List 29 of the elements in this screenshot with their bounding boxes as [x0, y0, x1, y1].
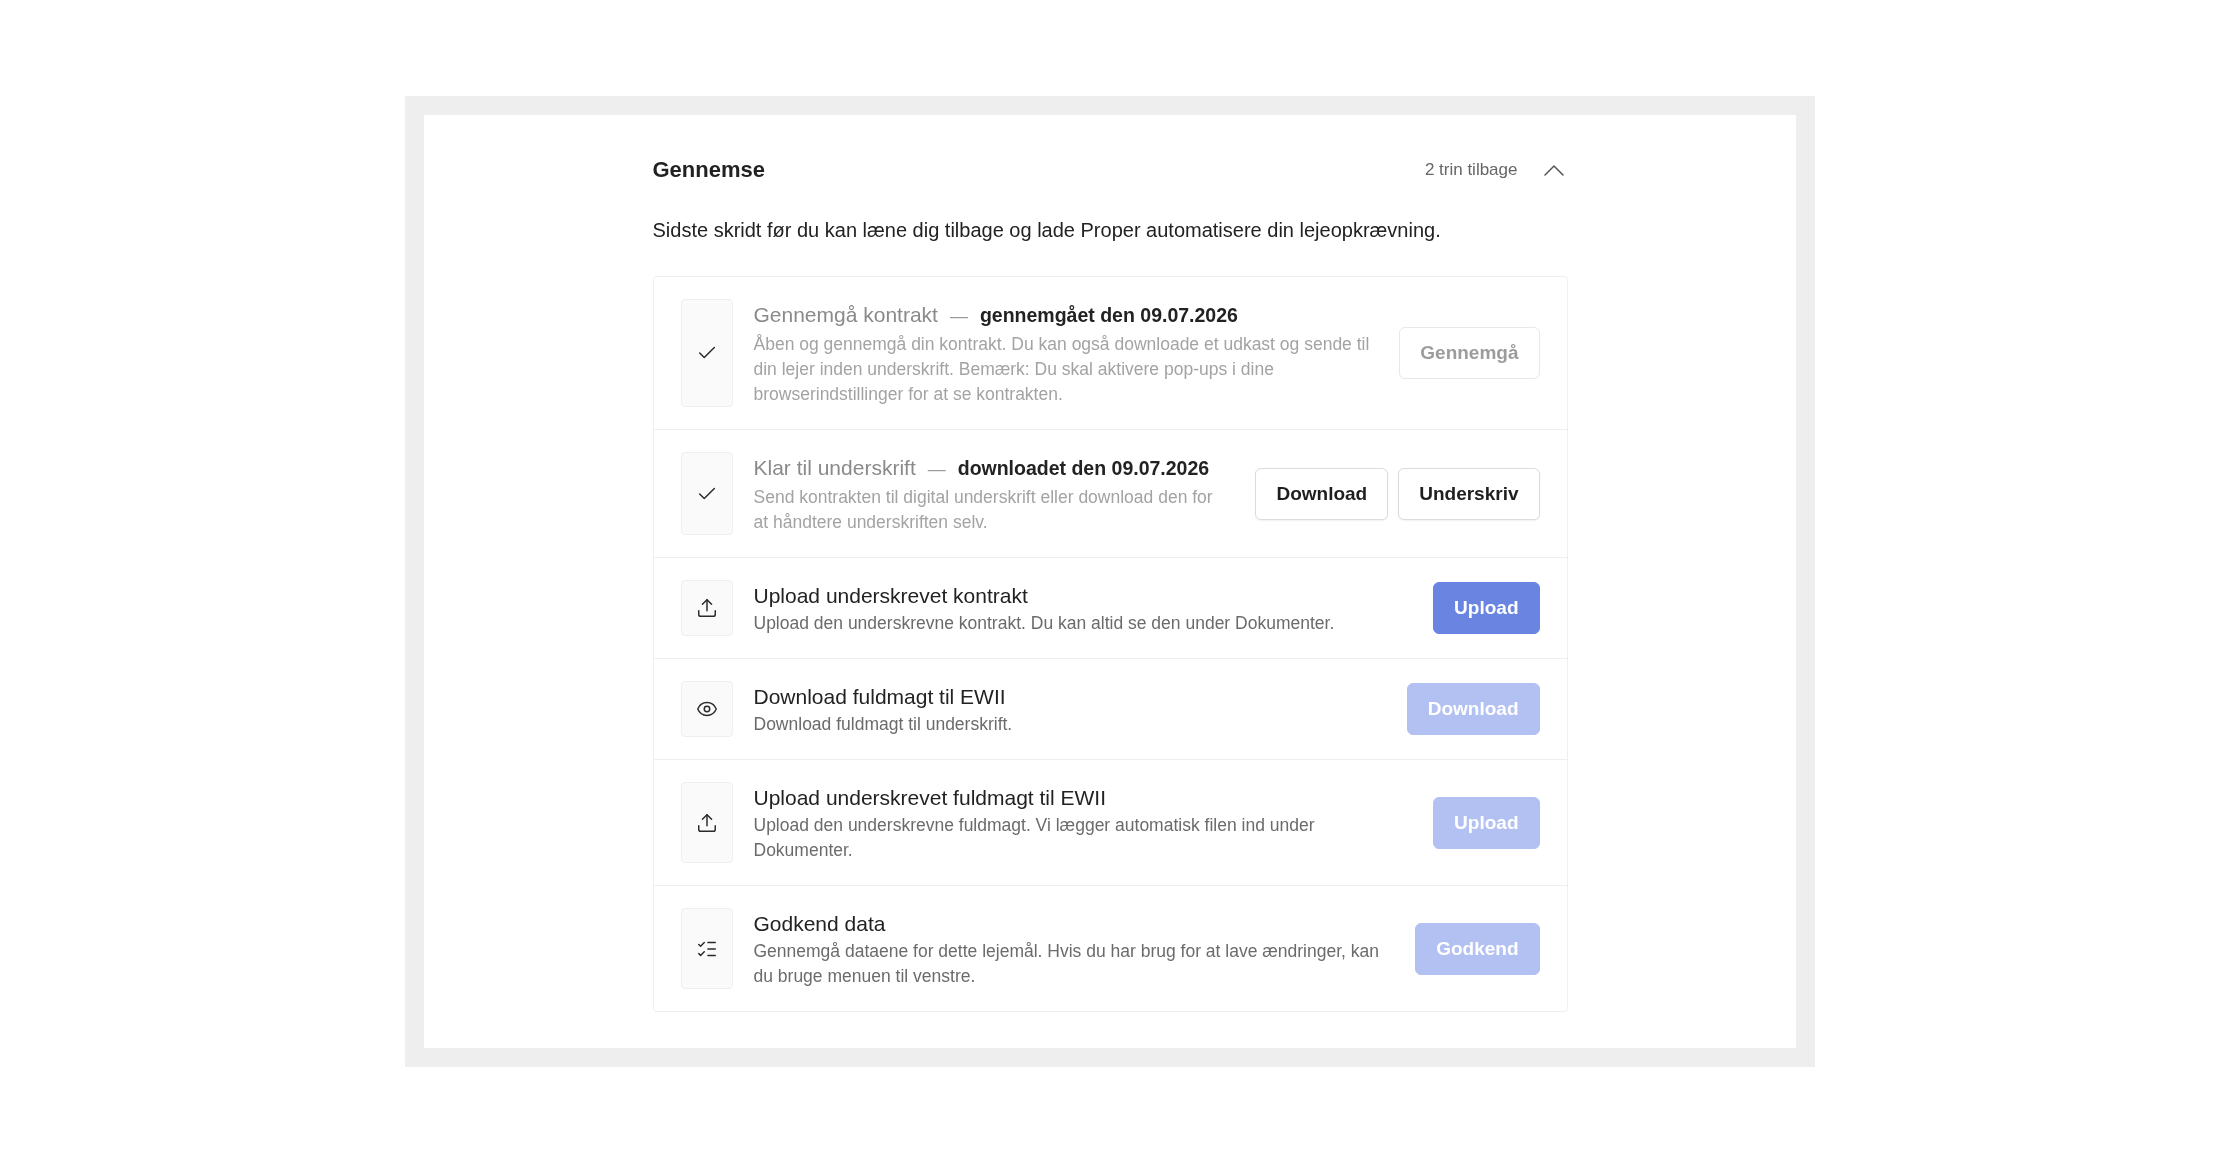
chevron-icon[interactable] [1543, 164, 1564, 176]
separator-dash: — [949, 305, 968, 328]
step-description: Gennemgå dataene for dette lejemål. Hvis du har brug for at lave ændringer, kan du bruge menuen til venstre. [753, 940, 1380, 988]
separator-dash: — [927, 458, 946, 481]
check-icon [680, 299, 733, 407]
step-title: Download fuldmagt til EWII [753, 684, 1006, 710]
action-button[interactable]: Download [1255, 467, 1389, 520]
step-status: gennemgået den 09.07.2026 [979, 303, 1238, 328]
steps-back-label: 2 trin tilbage [1424, 159, 1518, 182]
upload-icon [680, 782, 733, 863]
step-title: Gennemgå kontrakt [753, 302, 938, 328]
step-description: Download fuldmagt til underskrift. [753, 713, 1014, 736]
step-title: Upload underskrevet fuldmagt til EWII [753, 785, 1106, 811]
step-title: Upload underskrevet kontrakt [753, 583, 1028, 609]
upload-icon [680, 580, 733, 636]
eye-icon [680, 681, 733, 737]
step-status: downloadet den 09.07.2026 [957, 456, 1210, 481]
action-button[interactable]: Underskriv [1398, 467, 1540, 520]
step-title: Godkend data [753, 911, 886, 937]
step-description: Upload den underskrevne kontrakt. Du kan altid se den under Dokumenter. [753, 612, 1336, 635]
checklist-icon [680, 908, 733, 989]
section-title: Gennemse [652, 156, 765, 184]
action-button[interactable]: Upload [1433, 582, 1540, 634]
step-description: Åben og gennemgå din kontrakt. Du kan også downloade et udkast og sende til din lejer inden underskrift. Bemærk: Du skal aktivere pop-ups i dine browserindstillinger for at se kontrakten. [753, 333, 1371, 406]
check-icon [680, 452, 733, 535]
step-description: Send kontrakten til digital underskrift eller download den for at håndtere underskriften selv. [753, 486, 1214, 534]
intro-text: Sidste skridt før du kan læne dig tilbage og lade Proper automatisere din lejeopkrævning. [652, 218, 1442, 243]
step-title: Klar til underskrift [753, 455, 916, 481]
step-description: Upload den underskrevne fuldmagt. Vi lægger automatisk filen ind under Dokumenter. [753, 814, 1316, 862]
